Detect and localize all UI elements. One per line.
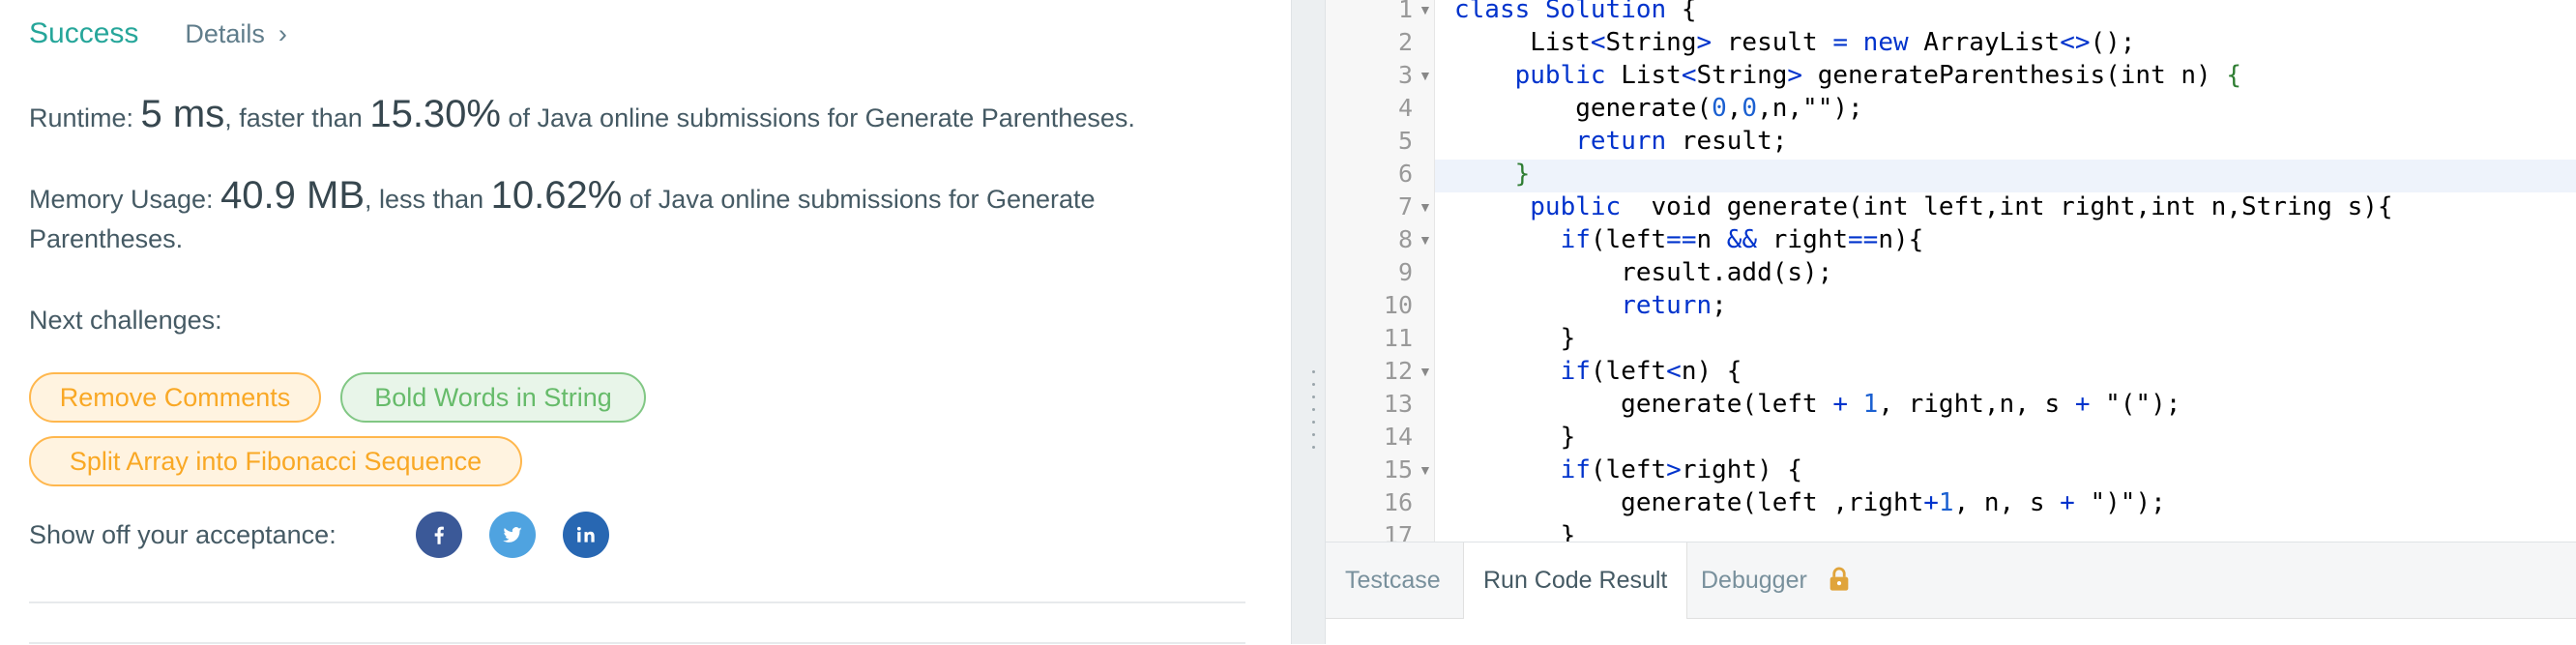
memory-mid: , less than [365, 185, 491, 214]
share-label: Show off your acceptance: [29, 520, 337, 549]
line-number: 8 [1397, 225, 1413, 253]
memory-suffix: of Java online submissions for Generate [622, 185, 1096, 214]
runtime-line: Runtime: 5 ms, faster than 15.30% of Jav… [29, 93, 1135, 136]
code-line: result.add(s); [1454, 258, 1833, 287]
code-line: } [1454, 324, 1576, 353]
code-line: } [1514, 160, 1531, 189]
line-number: 3 [1397, 61, 1413, 89]
line-number: 2 [1397, 28, 1413, 56]
submission-result-panel: Success Details › Runtime: 5 ms, faster … [0, 0, 1291, 644]
runtime-suffix: of Java online submissions for Generate … [501, 103, 1135, 132]
memory-line-continuation: Parentheses. [29, 224, 184, 253]
code-line: generate(left ,right+1, n, s + ")"); [1454, 488, 2166, 517]
line-number: 9 [1397, 258, 1413, 286]
code-line: if(left==n && right==n){ [1560, 225, 1924, 254]
line-number: 15 [1383, 455, 1413, 484]
twitter-icon [503, 527, 522, 542]
active-line-highlight [1435, 160, 2576, 192]
line-number: 4 [1397, 94, 1413, 122]
line-number: 13 [1383, 390, 1413, 418]
code-line: if(left<n) { [1560, 357, 1742, 386]
runtime-prefix: Runtime: [29, 103, 141, 132]
console-tab-strip: Testcase Run Code Result Debugger [1326, 542, 2576, 619]
code-line: return; [1621, 291, 1727, 320]
runtime-mid: , faster than [224, 103, 370, 132]
line-number: 10 [1383, 291, 1413, 319]
fold-arrow-icon[interactable]: ▼ [1419, 355, 1432, 388]
code-line: class Solution { [1454, 0, 1697, 24]
splitter-grip-handle[interactable] [1312, 370, 1316, 457]
line-number: 1 [1397, 0, 1413, 23]
code-line: public void generate(int left,int right,… [1530, 192, 2393, 221]
lock-icon [1830, 567, 1849, 591]
runtime-value: 5 ms [140, 93, 225, 135]
chevron-right-icon[interactable]: › [278, 19, 287, 49]
fold-arrow-icon[interactable]: ▼ [1419, 223, 1432, 256]
code-line: generate(left + 1, right,n, s + "("); [1454, 390, 2181, 419]
facebook-share-button[interactable] [416, 512, 462, 558]
memory-line: Memory Usage: 40.9 MB, less than 10.62% … [29, 174, 1096, 218]
fold-arrow-icon[interactable]: ▼ [1419, 191, 1432, 223]
linkedin-share-button[interactable] [563, 512, 609, 558]
fold-arrow-icon[interactable]: ▼ [1419, 59, 1432, 92]
tab-testcase[interactable]: Testcase [1326, 542, 1460, 618]
next-challenges-label: Next challenges: [29, 306, 222, 335]
tab-run-code-result[interactable]: Run Code Result [1463, 542, 1688, 619]
runtime-percent: 15.30% [369, 93, 501, 135]
line-number: 11 [1383, 324, 1413, 352]
line-number: 7 [1397, 192, 1413, 220]
line-number: 12 [1383, 357, 1413, 385]
divider [29, 601, 1245, 603]
memory-prefix: Memory Usage: [29, 185, 221, 214]
line-number: 14 [1383, 423, 1413, 451]
twitter-share-button[interactable] [489, 512, 536, 558]
tab-debugger[interactable]: Debugger [1682, 542, 1827, 618]
code-line: List<String> result = new ArrayList<>(); [1454, 28, 2136, 57]
line-number: 16 [1383, 488, 1413, 516]
challenge-remove-comments[interactable]: Remove Comments [29, 372, 321, 423]
details-link[interactable]: Details [185, 19, 265, 49]
code-line: if(left>right) { [1560, 455, 1803, 484]
linkedin-icon [576, 526, 595, 542]
line-number: 5 [1397, 127, 1413, 155]
memory-value: 40.9 MB [220, 174, 366, 217]
code-line: } [1454, 521, 1576, 542]
challenge-bold-words[interactable]: Bold Words in String [340, 372, 646, 423]
status-label: Success [29, 17, 139, 49]
code-line: } [1454, 423, 1576, 452]
code-line: return result; [1575, 127, 1788, 156]
fold-arrow-icon[interactable]: ▼ [1419, 454, 1432, 486]
line-number: 6 [1397, 160, 1413, 188]
code-line: generate(0,0,n,""); [1454, 94, 1863, 123]
memory-percent: 10.62% [490, 174, 623, 217]
panel-splitter[interactable] [1291, 0, 1326, 644]
code-editor[interactable]: 1 2 3 4 5 6 7 8 9 10 11 12 13 14 15 16 1… [1326, 0, 2576, 542]
code-line: public List<String> generateParenthesis(… [1514, 61, 2242, 90]
console-panel: Testcase Run Code Result Debugger [1326, 542, 2576, 645]
fold-arrow-icon[interactable]: ▼ [1419, 0, 1432, 26]
status-row: Success Details › [29, 17, 287, 50]
challenge-split-array[interactable]: Split Array into Fibonacci Sequence [29, 436, 522, 486]
facebook-icon [434, 526, 444, 544]
line-number: 17 [1383, 521, 1413, 542]
